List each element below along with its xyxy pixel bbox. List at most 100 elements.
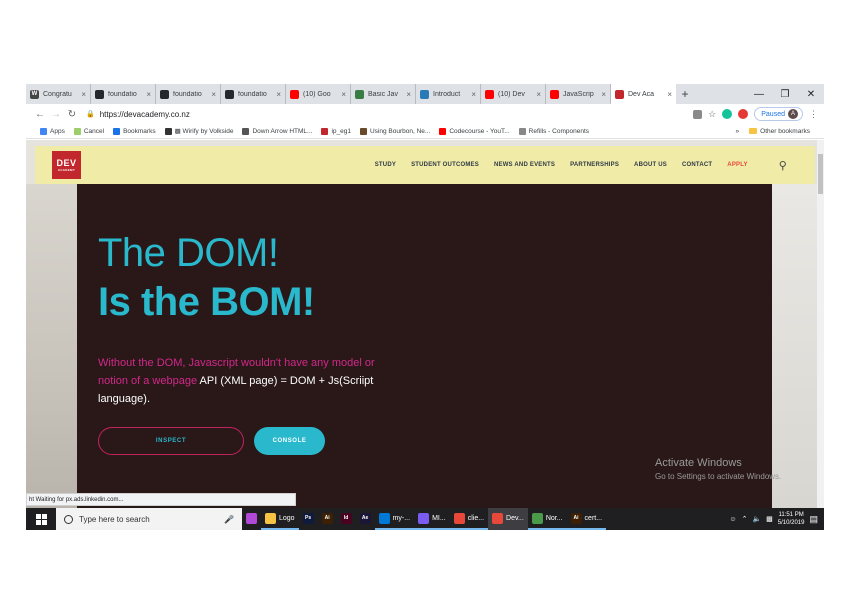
taskbar-app[interactable]: Nor... (527, 508, 567, 530)
flag-icon (321, 127, 329, 135)
taskbar-search[interactable]: Type here to search 🎤 (56, 508, 242, 530)
browser-tab[interactable]: JavaScrip × (546, 84, 611, 104)
start-button[interactable] (26, 513, 56, 525)
folder-icon (749, 128, 758, 134)
network-icon[interactable]: ▩ (766, 515, 773, 523)
search-icon[interactable]: ⚲ (779, 159, 787, 172)
new-tab-button[interactable]: + (676, 84, 694, 104)
tab-label: Dev Aca (628, 90, 655, 98)
bookmarks-overflow-icon[interactable]: » (736, 128, 740, 135)
tab-close-icon[interactable]: × (146, 90, 151, 99)
taskbar-app[interactable]: Ai (318, 508, 337, 530)
app-icon (246, 512, 257, 524)
bookmark-item[interactable]: Apps (40, 127, 65, 135)
tab-close-icon[interactable]: × (211, 90, 216, 99)
bookmark-item[interactable]: Bookmarks (113, 127, 156, 135)
hero-title-line2: Is the BOM! (98, 280, 315, 324)
bookmark-item[interactable]: Refills - Components (518, 127, 589, 135)
scrollbar-thumb[interactable] (818, 154, 823, 194)
people-icon[interactable]: ☺ (729, 516, 736, 523)
windows-taskbar: Type here to search 🎤 Logo Ps Ai Id Ae my-...… (26, 508, 824, 530)
tab-close-icon[interactable]: × (601, 90, 606, 99)
taskbar-app[interactable]: Ae (356, 508, 375, 530)
minimize-icon[interactable]: — (746, 84, 772, 104)
tab-label: Introduct (433, 90, 461, 98)
youtube-icon (485, 89, 494, 99)
browser-tab[interactable]: (10) Goo × (286, 84, 351, 104)
tab-close-icon[interactable]: × (667, 90, 672, 99)
microphone-icon[interactable]: 🎤 (224, 515, 234, 524)
clock[interactable]: 11:51 PM 5/10/2019 (778, 511, 805, 527)
taskbar-app[interactable] (242, 508, 261, 530)
reload-icon[interactable]: ↻ (64, 109, 80, 120)
close-window-icon[interactable]: ✕ (798, 84, 824, 104)
browser-tab[interactable]: foundatio × (91, 84, 156, 104)
browser-tab[interactable]: Basic Jav × (351, 84, 416, 104)
taskbar-app[interactable]: MI... (414, 508, 450, 530)
bookmark-item[interactable]: Using Bourbon, Ne... (359, 127, 430, 135)
taskbar-app[interactable]: Ps (299, 508, 318, 530)
taskbar-app[interactable]: my-... (374, 508, 415, 530)
bookmark-item[interactable]: Down Arrow HTML... (242, 127, 312, 135)
inspect-button[interactable]: INSPECT (98, 427, 244, 455)
tab-close-icon[interactable]: × (81, 90, 86, 99)
browser-tab[interactable]: foundatio × (221, 84, 286, 104)
taskbar-app[interactable]: clie... (449, 508, 489, 530)
tab-label: foundatio (238, 90, 267, 98)
clock-date: 5/10/2019 (777, 520, 805, 526)
window-controls: — ❐ ✕ (746, 84, 824, 104)
grammarly-icon[interactable] (722, 109, 733, 119)
nav-news-and-events[interactable]: NEWS AND EVENTS (494, 162, 555, 168)
browser-tab[interactable]: foundatio × (156, 84, 221, 104)
extension-icon[interactable] (738, 109, 749, 119)
address-bar[interactable]: 🔒 https://devacademy.co.nz (86, 106, 686, 122)
notification-icon[interactable]: ▤ (809, 514, 818, 525)
tab-close-icon[interactable]: × (471, 90, 476, 99)
nav-study[interactable]: STUDY (375, 162, 396, 168)
console-button[interactable]: CONSOLE (254, 427, 325, 455)
nav-about-us[interactable]: ABOUT US (634, 162, 667, 168)
url-text: https://devacademy.co.nz (99, 109, 190, 119)
taskbar-app[interactable]: Id (337, 508, 356, 530)
status-bubble: ht Waiting for px.ads.linkedin.com... (26, 493, 296, 506)
hero-description: Without the DOM, Javascript wouldn't hav… (98, 354, 398, 408)
activate-windows-watermark: Activate Windows Go to Settings to activ… (655, 457, 781, 481)
nav-student-outcomes[interactable]: STUDENT OUTCOMES (411, 162, 479, 168)
tab-close-icon[interactable]: × (341, 90, 346, 99)
tab-close-icon[interactable]: × (276, 90, 281, 99)
bookmark-item[interactable]: ip_eg1 (321, 127, 351, 135)
taskbar-app[interactable]: Ai cert... (566, 508, 607, 530)
bookmark-item[interactable]: ▩ Wirify by Volkside (164, 127, 233, 135)
tab-close-icon[interactable]: × (406, 90, 411, 99)
browser-tab[interactable]: Introduct × (416, 84, 481, 104)
nav-partnerships[interactable]: PARTNERSHIPS (570, 162, 619, 168)
taskbar-app[interactable]: Logo (261, 508, 299, 530)
browser-tab[interactable]: Dev Aca × (611, 84, 676, 104)
page-scrollbar[interactable] (817, 140, 824, 508)
bookmark-item[interactable]: Codecourse - YouT... (439, 127, 510, 135)
bookmark-star-icon[interactable]: ☆ (708, 109, 716, 120)
menu-kebab-icon[interactable]: ⋮ (809, 109, 818, 120)
tab-close-icon[interactable]: × (536, 90, 541, 99)
forward-arrow-icon[interactable]: → (48, 109, 64, 120)
translate-icon[interactable] (693, 109, 703, 119)
taskbar-app-label: Dev... (506, 514, 524, 522)
profile-paused-button[interactable]: Paused A (754, 107, 803, 121)
bookmark-label: Apps (50, 127, 65, 135)
volume-icon[interactable]: 🔈 (752, 515, 761, 523)
nav-apply[interactable]: APPLY (727, 162, 747, 168)
chrome-icon (453, 512, 465, 524)
browser-tab[interactable]: W Congratu × (26, 84, 91, 104)
nav-contact[interactable]: CONTACT (682, 162, 712, 168)
other-bookmarks[interactable]: Other bookmarks (749, 128, 810, 135)
restore-icon[interactable]: ❐ (772, 84, 798, 104)
tray-chevron-icon[interactable]: ⌃ (742, 515, 748, 523)
browser-tab[interactable]: (10) Dev × (481, 84, 546, 104)
taskbar-app[interactable]: Dev... (488, 508, 528, 530)
dev-academy-logo[interactable]: DEV ACADEMY (52, 151, 81, 179)
tab-label: Basic Jav (368, 90, 398, 98)
back-arrow-icon[interactable]: ← (32, 109, 48, 120)
browser-toolbar: ← → ↻ 🔒 https://devacademy.co.nz ☆ Pause… (26, 104, 824, 124)
bookmark-item[interactable]: Cancel (73, 127, 104, 135)
site-header: DEV ACADEMY STUDY STUDENT OUTCOMES NEWS … (35, 146, 815, 184)
